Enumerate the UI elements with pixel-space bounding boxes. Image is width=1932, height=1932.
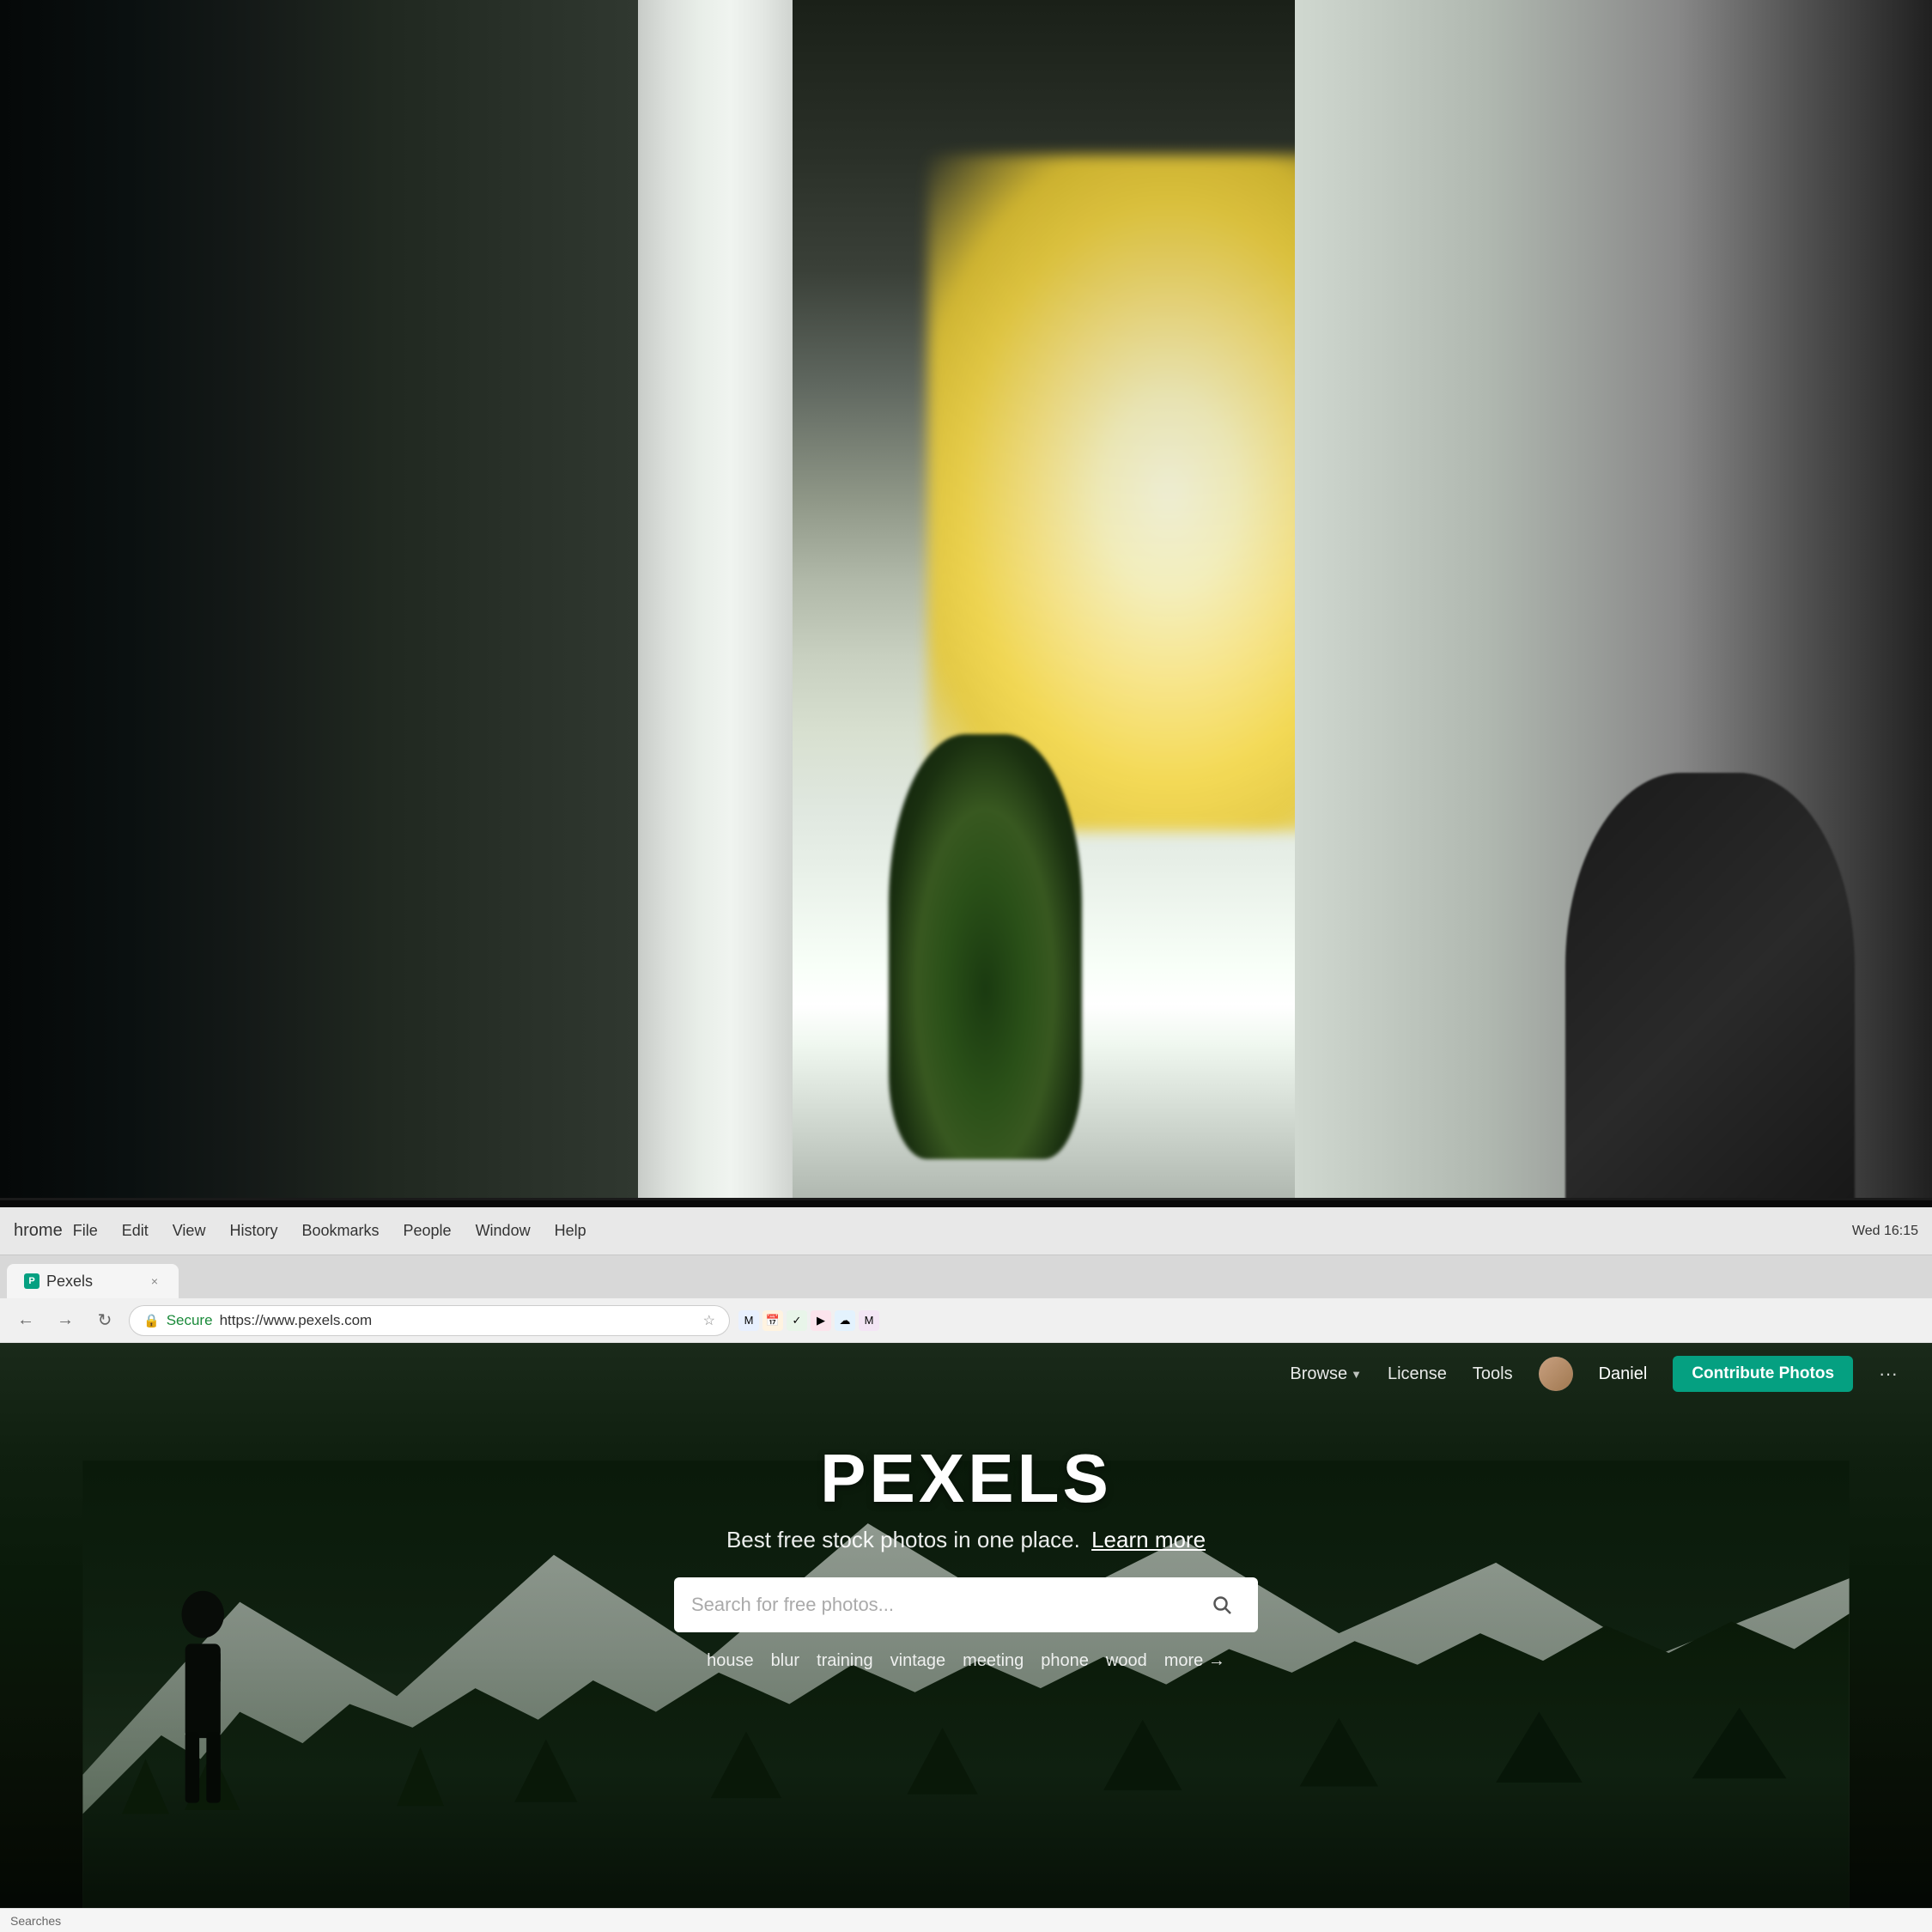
ext-icon-2[interactable]: 📅 bbox=[762, 1310, 783, 1331]
system-time: Wed 16:15 bbox=[1852, 1224, 1918, 1239]
titlebar: hrome File Edit View History Bookmarks P… bbox=[0, 1207, 1932, 1255]
back-button[interactable]: ← bbox=[10, 1305, 41, 1336]
hero-subtitle: Best free stock photos in one place. Lea… bbox=[726, 1527, 1206, 1553]
status-text: Searches bbox=[10, 1914, 61, 1928]
tag-training[interactable]: training bbox=[817, 1651, 873, 1671]
menu-bar: File Edit View History Bookmarks People … bbox=[73, 1222, 586, 1240]
contribute-photos-button[interactable]: Contribute Photos bbox=[1673, 1356, 1853, 1392]
url-bar[interactable]: 🔒 Secure https://www.pexels.com ☆ bbox=[129, 1305, 730, 1336]
hero-section: PEXELS Best free stock photos in one pla… bbox=[0, 1405, 1932, 1688]
tab-title: Pexels bbox=[46, 1273, 93, 1291]
nav-tools-link[interactable]: Tools bbox=[1473, 1364, 1513, 1384]
secure-label: Secure bbox=[167, 1312, 213, 1329]
nav-browse-link[interactable]: Browse ▼ bbox=[1290, 1364, 1362, 1384]
tab-favicon: P bbox=[24, 1273, 39, 1289]
nav-license-link[interactable]: License bbox=[1388, 1364, 1447, 1384]
search-button[interactable] bbox=[1203, 1586, 1241, 1624]
menu-window[interactable]: Window bbox=[476, 1222, 531, 1240]
ext-icon-3[interactable]: ✓ bbox=[787, 1310, 807, 1331]
ext-icon-5[interactable]: ☁ bbox=[835, 1310, 855, 1331]
active-tab[interactable]: P Pexels × bbox=[7, 1264, 179, 1298]
more-tags-link[interactable]: more → bbox=[1164, 1651, 1225, 1671]
browser-window: hrome File Edit View History Bookmarks P… bbox=[0, 1207, 1932, 1932]
more-options-button[interactable]: ··· bbox=[1879, 1363, 1898, 1385]
browse-dropdown-icon: ▼ bbox=[1351, 1368, 1362, 1381]
hero-title: PEXELS bbox=[820, 1439, 1112, 1518]
search-tags: house blur training vintage meeting phon… bbox=[707, 1651, 1225, 1671]
addressbar: ← → ↻ 🔒 Secure https://www.pexels.com ☆ … bbox=[0, 1298, 1932, 1343]
ext-icon-4[interactable]: ▶ bbox=[811, 1310, 831, 1331]
menu-people[interactable]: People bbox=[404, 1222, 452, 1240]
search-icon bbox=[1212, 1595, 1232, 1615]
refresh-button[interactable]: ↻ bbox=[89, 1305, 120, 1336]
pexels-navbar: Browse ▼ License Tools Daniel Contribute… bbox=[0, 1343, 1932, 1405]
tag-meeting[interactable]: meeting bbox=[963, 1651, 1024, 1671]
forward-button[interactable]: → bbox=[50, 1305, 81, 1336]
menu-help[interactable]: Help bbox=[555, 1222, 586, 1240]
chair bbox=[1565, 773, 1856, 1256]
menu-history[interactable]: History bbox=[229, 1222, 277, 1240]
ext-icon-1[interactable]: M bbox=[738, 1310, 759, 1331]
tag-house[interactable]: house bbox=[707, 1651, 754, 1671]
learn-more-link[interactable]: Learn more bbox=[1091, 1527, 1206, 1552]
pexels-website: Browse ▼ License Tools Daniel Contribute… bbox=[0, 1343, 1932, 1932]
url-text[interactable]: https://www.pexels.com bbox=[220, 1312, 373, 1329]
user-avatar[interactable] bbox=[1539, 1357, 1573, 1391]
secure-icon: 🔒 bbox=[143, 1313, 160, 1328]
app-name: hrome bbox=[14, 1221, 63, 1241]
search-bar[interactable]: Search for free photos... bbox=[674, 1577, 1258, 1632]
menu-file[interactable]: File bbox=[73, 1222, 98, 1240]
titlebar-right: Wed 16:15 bbox=[1852, 1224, 1918, 1239]
tab-close-button[interactable]: × bbox=[148, 1274, 161, 1288]
bookmark-star-icon[interactable]: ☆ bbox=[703, 1312, 715, 1329]
tabbar: P Pexels × bbox=[0, 1255, 1932, 1298]
tag-wood[interactable]: wood bbox=[1106, 1651, 1147, 1671]
office-column bbox=[638, 0, 793, 1275]
tag-blur[interactable]: blur bbox=[771, 1651, 799, 1671]
user-name-label[interactable]: Daniel bbox=[1599, 1364, 1648, 1384]
tag-phone[interactable]: phone bbox=[1041, 1651, 1089, 1671]
status-bar: Searches bbox=[0, 1908, 1932, 1932]
avatar-image bbox=[1539, 1357, 1573, 1391]
menu-bookmarks[interactable]: Bookmarks bbox=[301, 1222, 379, 1240]
dark-left-area bbox=[0, 0, 638, 1275]
menu-edit[interactable]: Edit bbox=[122, 1222, 149, 1240]
plant bbox=[889, 734, 1082, 1159]
search-placeholder-text: Search for free photos... bbox=[691, 1594, 1193, 1616]
tag-vintage[interactable]: vintage bbox=[890, 1651, 946, 1671]
extension-icons: M 📅 ✓ ▶ ☁ M bbox=[738, 1310, 879, 1331]
ext-icon-6[interactable]: M bbox=[859, 1310, 879, 1331]
menu-view[interactable]: View bbox=[173, 1222, 206, 1240]
